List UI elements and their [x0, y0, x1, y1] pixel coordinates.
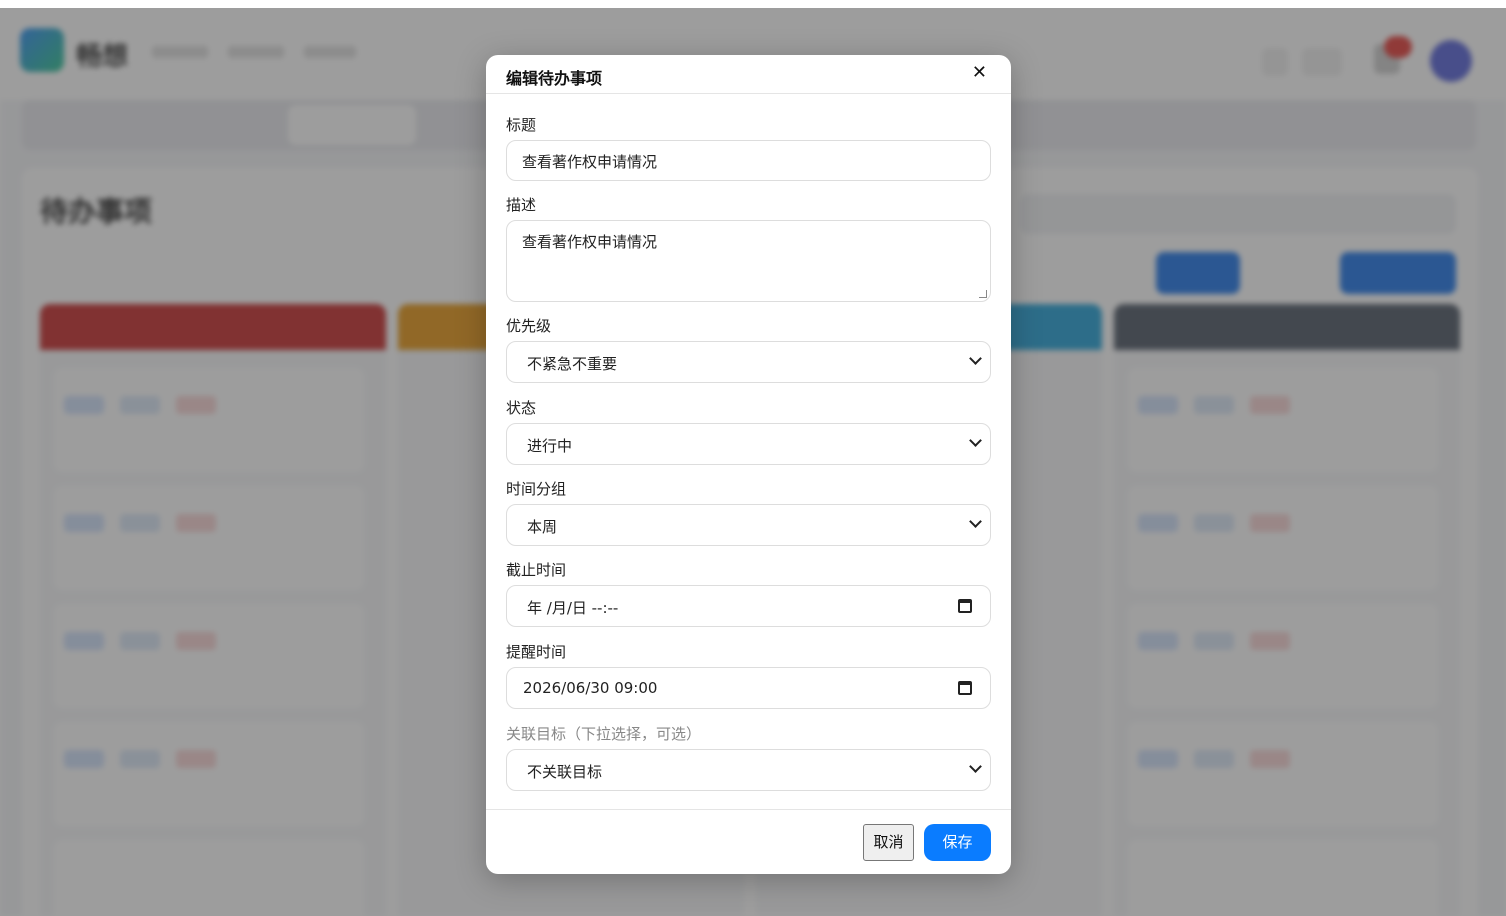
time-group-value: 本周: [527, 518, 558, 536]
chevron-down-icon: [969, 760, 982, 773]
calendar-icon[interactable]: [958, 599, 972, 613]
status-select[interactable]: 进行中: [506, 423, 991, 465]
reminder-datetime-input[interactable]: 2026/06/30 09:00: [506, 667, 991, 709]
time-group-label: 时间分组: [506, 480, 567, 498]
description-label: 描述: [506, 196, 537, 214]
resize-handle-icon[interactable]: [979, 290, 987, 298]
reminder-label: 提醒时间: [506, 643, 567, 661]
chevron-down-icon: [969, 515, 982, 528]
modal-header: 编辑待办事项 ✕: [486, 55, 1011, 94]
goal-select[interactable]: 不关联目标: [506, 749, 991, 791]
edit-todo-modal: 编辑待办事项 ✕ 标题 查看著作权申请情况 描述 查看著作权申请情况 优先级 不…: [486, 55, 1011, 874]
deadline-label: 截止时间: [506, 561, 567, 579]
goal-value: 不关联目标: [527, 763, 603, 781]
priority-value: 不紧急不重要: [527, 355, 618, 373]
modal-body: 标题 查看著作权申请情况 描述 查看著作权申请情况 优先级 不紧急不重要 状态 …: [486, 95, 1011, 809]
modal-footer: 取消 保存: [486, 809, 1011, 874]
deadline-value: 年 /月/日 --:--: [527, 599, 619, 617]
top-strip: [0, 0, 1506, 8]
description-textarea[interactable]: 查看著作权申请情况: [506, 220, 991, 302]
status-value: 进行中: [527, 437, 573, 455]
title-label: 标题: [506, 116, 537, 134]
priority-select[interactable]: 不紧急不重要: [506, 341, 991, 383]
reminder-value: 2026/06/30 09:00: [523, 679, 658, 697]
calendar-icon[interactable]: [958, 681, 972, 695]
chevron-down-icon: [969, 352, 982, 365]
close-icon[interactable]: ✕: [972, 62, 987, 83]
goal-label: 关联目标（下拉选择，可选）: [506, 725, 702, 743]
cancel-button[interactable]: 取消: [863, 824, 914, 861]
description-value: 查看著作权申请情况: [522, 233, 658, 251]
status-label: 状态: [506, 399, 537, 417]
title-input[interactable]: 查看著作权申请情况: [506, 140, 991, 181]
chevron-down-icon: [969, 434, 982, 447]
title-input-value: 查看著作权申请情况: [522, 153, 658, 171]
save-button[interactable]: 保存: [924, 824, 991, 861]
priority-label: 优先级: [506, 317, 552, 335]
time-group-select[interactable]: 本周: [506, 504, 991, 546]
modal-title: 编辑待办事项: [506, 69, 603, 88]
deadline-datetime-input[interactable]: 年 /月/日 --:--: [506, 585, 991, 627]
